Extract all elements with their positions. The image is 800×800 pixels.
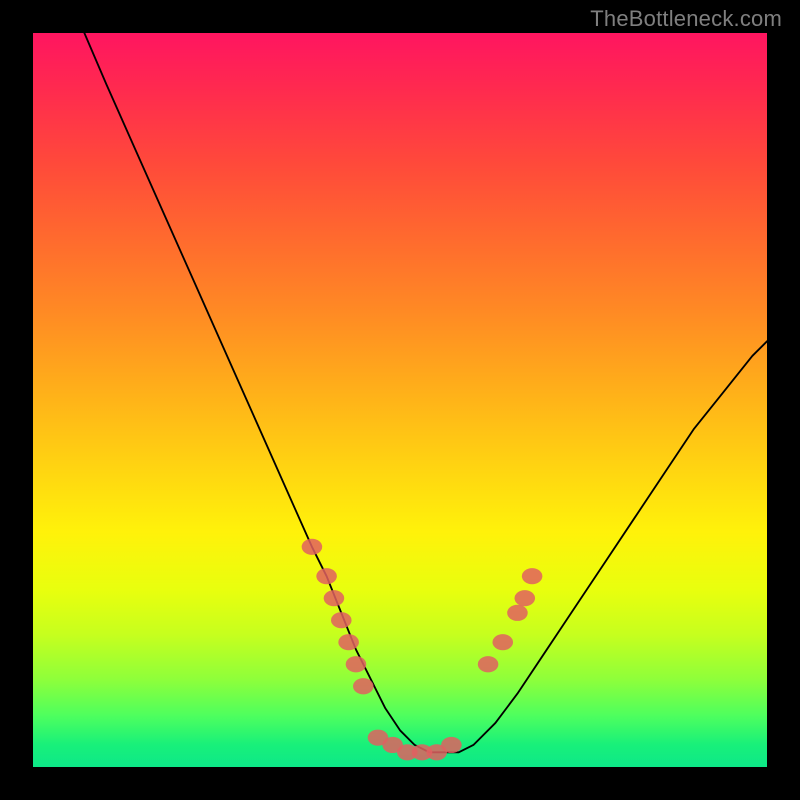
- bottleneck-curve: [84, 33, 767, 752]
- data-marker: [324, 590, 345, 606]
- data-marker: [441, 737, 462, 753]
- chart-svg: [33, 33, 767, 767]
- chart-frame: TheBottleneck.com: [0, 0, 800, 800]
- data-marker: [331, 612, 352, 628]
- data-marker: [522, 568, 543, 584]
- watermark-text: TheBottleneck.com: [590, 6, 782, 32]
- data-marker: [302, 539, 323, 555]
- data-marker: [515, 590, 536, 606]
- data-marker: [492, 634, 513, 650]
- data-marker: [507, 605, 528, 621]
- data-markers: [302, 539, 543, 761]
- plot-area: [33, 33, 767, 767]
- data-marker: [316, 568, 337, 584]
- data-marker: [478, 656, 499, 672]
- data-marker: [353, 678, 374, 694]
- data-marker: [338, 634, 359, 650]
- data-marker: [346, 656, 367, 672]
